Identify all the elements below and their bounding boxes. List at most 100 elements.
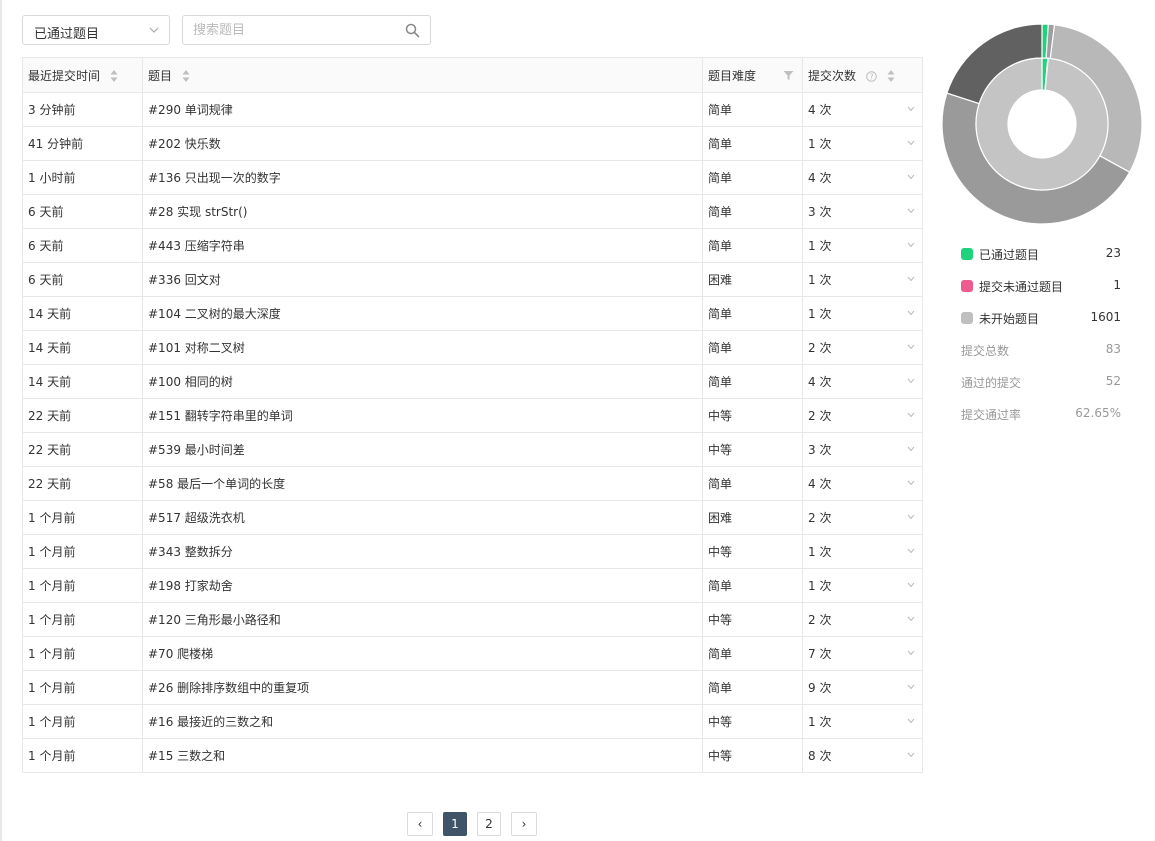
cell-problem-title[interactable]: #70 爬楼梯 — [142, 636, 703, 671]
table-row[interactable]: 6 天前 #336 回文对 困难 1 次 — [22, 262, 923, 297]
cell-submit-count[interactable]: 7 次 — [802, 636, 923, 671]
table-row[interactable]: 1 个月前 #120 三角形最小路径和 中等 2 次 — [22, 602, 923, 637]
cell-problem-title[interactable]: #104 二叉树的最大深度 — [142, 296, 703, 331]
legend-dot — [961, 280, 973, 292]
header-recent-submit-time[interactable]: 最近提交时间 — [22, 57, 143, 93]
chevron-down-icon[interactable] — [907, 480, 915, 486]
cell-submit-count[interactable]: 9 次 — [802, 670, 923, 705]
table-row[interactable]: 1 个月前 #198 打家劫舍 简单 1 次 — [22, 568, 923, 603]
table-row[interactable]: 3 分钟前 #290 单词规律 简单 4 次 — [22, 92, 923, 127]
sort-icon[interactable] — [182, 69, 190, 83]
chevron-down-icon[interactable] — [907, 140, 915, 146]
chevron-down-icon[interactable] — [907, 208, 915, 214]
cell-submit-count[interactable]: 3 次 — [802, 432, 923, 467]
table-row[interactable]: 14 天前 #104 二叉树的最大深度 简单 1 次 — [22, 296, 923, 331]
cell-problem-title[interactable]: #151 翻转字符串里的单词 — [142, 398, 703, 433]
cell-problem-title[interactable]: #58 最后一个单词的长度 — [142, 466, 703, 501]
cell-problem-title[interactable]: #26 删除排序数组中的重复项 — [142, 670, 703, 705]
chevron-down-icon[interactable] — [907, 650, 915, 656]
table-row[interactable]: 1 个月前 #26 删除排序数组中的重复项 简单 9 次 — [22, 670, 923, 705]
cell-submit-count[interactable]: 1 次 — [802, 568, 923, 603]
cell-problem-title[interactable]: #198 打家劫舍 — [142, 568, 703, 603]
table-row[interactable]: 22 天前 #151 翻转字符串里的单词 中等 2 次 — [22, 398, 923, 433]
cell-problem-title[interactable]: #343 整数拆分 — [142, 534, 703, 569]
table-row[interactable]: 22 天前 #539 最小时间差 中等 3 次 — [22, 432, 923, 467]
table-row[interactable]: 1 小时前 #136 只出现一次的数字 简单 4 次 — [22, 160, 923, 195]
cell-submit-count[interactable]: 8 次 — [802, 738, 923, 773]
pagination-next-button[interactable]: › — [511, 812, 537, 836]
cell-submit-count[interactable]: 2 次 — [802, 330, 923, 365]
chevron-down-icon[interactable] — [907, 174, 915, 180]
chevron-down-icon[interactable] — [907, 344, 915, 350]
cell-problem-title[interactable]: #443 压缩字符串 — [142, 228, 703, 263]
table-row[interactable]: 1 个月前 #343 整数拆分 中等 1 次 — [22, 534, 923, 569]
cell-submit-count[interactable]: 1 次 — [802, 126, 923, 161]
cell-problem-title[interactable]: #539 最小时间差 — [142, 432, 703, 467]
cell-submit-count[interactable]: 2 次 — [802, 398, 923, 433]
cell-submit-count[interactable]: 4 次 — [802, 92, 923, 127]
table-row[interactable]: 6 天前 #443 压缩字符串 简单 1 次 — [22, 228, 923, 263]
search-icon[interactable] — [405, 23, 420, 38]
chevron-down-icon[interactable] — [907, 548, 915, 554]
cell-problem-title[interactable]: #202 快乐数 — [142, 126, 703, 161]
cell-problem-title[interactable]: #290 单词规律 — [142, 92, 703, 127]
cell-submit-count[interactable]: 2 次 — [802, 500, 923, 535]
chevron-down-icon[interactable] — [907, 616, 915, 622]
table-row[interactable]: 1 个月前 #16 最接近的三数之和 中等 1 次 — [22, 704, 923, 739]
cell-problem-title[interactable]: #100 相同的树 — [142, 364, 703, 399]
cell-problem-title[interactable]: #517 超级洗衣机 — [142, 500, 703, 535]
chevron-down-icon[interactable] — [907, 684, 915, 690]
cell-submit-count[interactable]: 4 次 — [802, 364, 923, 399]
cell-problem-title[interactable]: #16 最接近的三数之和 — [142, 704, 703, 739]
sort-icon[interactable] — [110, 69, 118, 83]
search-input[interactable] — [193, 21, 393, 39]
chevron-down-icon[interactable] — [907, 276, 915, 282]
table-row[interactable]: 22 天前 #58 最后一个单词的长度 简单 4 次 — [22, 466, 923, 501]
cell-submit-count[interactable]: 1 次 — [802, 704, 923, 739]
cell-submit-count[interactable]: 4 次 — [802, 466, 923, 501]
sort-icon[interactable] — [887, 69, 895, 83]
cell-problem-title[interactable]: #136 只出现一次的数字 — [142, 160, 703, 195]
submit-count-text: 8 次 — [808, 749, 832, 763]
table-row[interactable]: 1 个月前 #15 三数之和 中等 8 次 — [22, 738, 923, 773]
header-title[interactable]: 题目 — [142, 57, 703, 93]
table-row[interactable]: 14 天前 #100 相同的树 简单 4 次 — [22, 364, 923, 399]
cell-problem-title[interactable]: #15 三数之和 — [142, 738, 703, 773]
pagination-page-1[interactable]: 1 — [443, 812, 467, 836]
cell-problem-title[interactable]: #28 实现 strStr() — [142, 194, 703, 229]
cell-submit-count[interactable]: 2 次 — [802, 602, 923, 637]
cell-problem-title[interactable]: #120 三角形最小路径和 — [142, 602, 703, 637]
cell-submit-count[interactable]: 1 次 — [802, 534, 923, 569]
cell-problem-title[interactable]: #336 回文对 — [142, 262, 703, 297]
header-submit-count[interactable]: 提交次数 ? — [802, 57, 923, 93]
pagination-prev-button[interactable]: ‹ — [407, 812, 433, 836]
table-row[interactable]: 1 个月前 #517 超级洗衣机 困难 2 次 — [22, 500, 923, 535]
status-filter-select[interactable]: 已通过题目 — [22, 15, 170, 45]
submit-count-text: 4 次 — [808, 103, 832, 117]
chevron-down-icon[interactable] — [907, 242, 915, 248]
cell-submit-count[interactable]: 1 次 — [802, 262, 923, 297]
cell-submit-count[interactable]: 1 次 — [802, 228, 923, 263]
table-row[interactable]: 6 天前 #28 实现 strStr() 简单 3 次 — [22, 194, 923, 229]
chevron-down-icon[interactable] — [907, 310, 915, 316]
cell-problem-title[interactable]: #101 对称二叉树 — [142, 330, 703, 365]
help-icon[interactable]: ? — [866, 70, 877, 82]
filter-icon[interactable] — [783, 70, 794, 81]
pagination-page-2[interactable]: 2 — [477, 812, 501, 836]
header-difficulty[interactable]: 题目难度 — [702, 57, 803, 93]
chevron-down-icon[interactable] — [907, 718, 915, 724]
chevron-down-icon[interactable] — [907, 582, 915, 588]
chevron-down-icon[interactable] — [907, 446, 915, 452]
chevron-down-icon[interactable] — [907, 106, 915, 112]
table-row[interactable]: 1 个月前 #70 爬楼梯 简单 7 次 — [22, 636, 923, 671]
chevron-down-icon[interactable] — [907, 412, 915, 418]
cell-submit-count[interactable]: 1 次 — [802, 296, 923, 331]
cell-submit-count[interactable]: 4 次 — [802, 160, 923, 195]
chevron-down-icon[interactable] — [907, 378, 915, 384]
search-box[interactable] — [182, 15, 431, 45]
table-row[interactable]: 41 分钟前 #202 快乐数 简单 1 次 — [22, 126, 923, 161]
cell-submit-count[interactable]: 3 次 — [802, 194, 923, 229]
chevron-down-icon[interactable] — [907, 514, 915, 520]
chevron-down-icon[interactable] — [907, 752, 915, 758]
table-row[interactable]: 14 天前 #101 对称二叉树 简单 2 次 — [22, 330, 923, 365]
